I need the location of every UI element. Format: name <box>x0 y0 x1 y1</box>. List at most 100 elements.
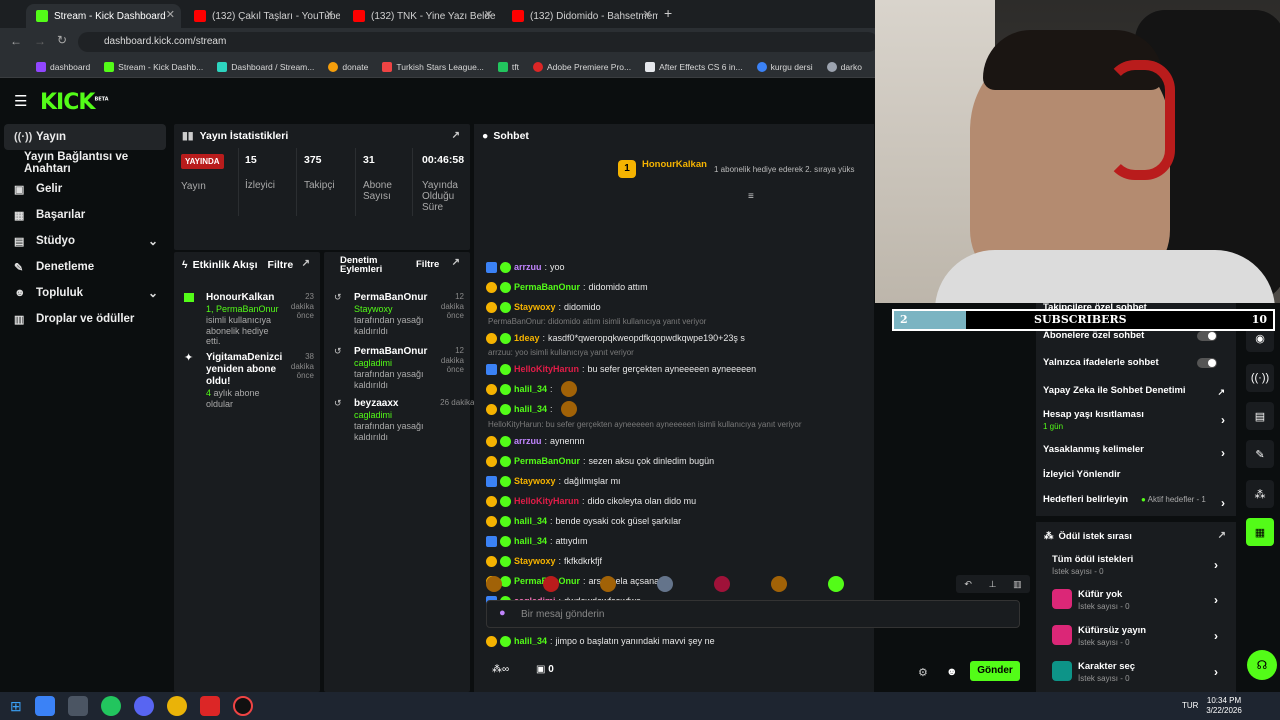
tab-youtube-2[interactable]: (132) TNK - Yine Yazı Belde ✕ <box>343 4 499 28</box>
close-icon[interactable]: ✕ <box>166 8 175 21</box>
support-icon[interactable]: ☊ <box>1247 650 1277 680</box>
chrome-icon[interactable] <box>166 696 187 716</box>
chat-message[interactable]: HelloKityHarun: dido cikoleyta olan dido … <box>486 492 696 510</box>
bookmark-item[interactable]: After Effects CS 6 in... <box>645 61 743 72</box>
close-icon[interactable]: ✕ <box>484 8 493 21</box>
clock[interactable]: 10:34 PM 3/22/2026 <box>1206 696 1242 716</box>
chat-username[interactable]: arrzuu <box>514 262 542 272</box>
new-tab-button[interactable]: + <box>664 5 672 21</box>
bookmark-item[interactable]: donate <box>328 61 368 72</box>
chat-message[interactable]: 1deay: kasdf0*qweropqkweopdfkqopwdkqwpe19… <box>486 329 745 347</box>
chat-username[interactable]: PermaBanOnur <box>514 456 580 466</box>
toggle-switch[interactable] <box>1197 358 1217 368</box>
sidebar-item-denetleme[interactable]: ✎ Denetleme <box>0 254 170 280</box>
reload-icon[interactable]: ↻ <box>57 33 67 47</box>
chat-username[interactable]: Staywoxy <box>514 556 556 566</box>
setting-account-age[interactable]: Hesap yaşı kısıtlaması 1 gün › <box>1043 409 1229 431</box>
chat-message[interactable]: halil_34: jimpo o başlatın yanındaki mavv… <box>486 632 715 650</box>
chat-message[interactable]: PermaBanOnur: sezen aksu çok dinledim bug… <box>486 452 714 470</box>
chat-username[interactable]: HelloKityHarun <box>514 364 579 374</box>
pinned-user[interactable]: HonourKalkan <box>642 159 707 170</box>
app-icon[interactable] <box>232 696 253 716</box>
popout-icon[interactable]: ↗ <box>1218 530 1226 541</box>
emote-icon[interactable] <box>828 576 844 592</box>
chat-username[interactable]: halil_34 <box>514 404 547 414</box>
filter-button[interactable]: Filtre <box>268 259 294 271</box>
chat-input[interactable]: ● Bir mesaj gönderin <box>486 600 1020 628</box>
chat-message[interactable]: PermaBanOnur: didomido attım <box>486 278 648 296</box>
chat-message[interactable]: Staywoxy: fkfkdkrkfjf <box>486 552 602 570</box>
chat-username[interactable]: halil_34 <box>514 636 547 646</box>
emote-icon[interactable] <box>543 576 559 592</box>
emote-icon[interactable] <box>486 576 502 592</box>
setting-goals[interactable]: Hedefleri belirleyin ● Aktif hedefler - 1… <box>1043 494 1229 510</box>
bookmark-item[interactable]: tft <box>497 61 519 72</box>
settings-icon[interactable]: ⚙ <box>918 666 928 679</box>
chat-username[interactable]: halil_34 <box>514 536 547 546</box>
reward-all-requests[interactable]: Tüm ödül istekleri İstek sayısı - 0 › <box>1052 554 1222 576</box>
popout-icon[interactable]: ↗ <box>452 130 460 141</box>
chat-message[interactable]: Staywoxy: dağılmışlar mı <box>486 472 621 490</box>
tab-youtube-1[interactable]: (132) Çakıl Taşları - YouTube ✕ <box>184 4 340 28</box>
archive-icon[interactable]: ▤ <box>1246 402 1274 430</box>
setting-subscribers-only[interactable]: Abonelere özel sohbet <box>1043 330 1229 341</box>
sidebar-item-topluluk[interactable]: ☻ Topluluk ⌄ <box>0 280 170 306</box>
close-icon[interactable]: ✕ <box>643 8 652 21</box>
bookmark-item[interactable]: Stream - Kick Dashb... <box>104 61 203 72</box>
emote-icon[interactable] <box>657 576 673 592</box>
chat-message[interactable]: halil_34: <box>486 380 577 398</box>
chat-username[interactable]: halil_34 <box>514 384 547 394</box>
mic-icon[interactable]: ● <box>499 607 506 619</box>
popout-icon[interactable]: ↗ <box>302 258 310 269</box>
setting-banned-words[interactable]: Yasaklanmış kelimeler › <box>1043 444 1229 460</box>
emote-icon[interactable] <box>714 576 730 592</box>
popout-icon[interactable]: ↗ <box>452 258 460 268</box>
bookmark-item[interactable]: Turkish Stars League... <box>382 61 484 72</box>
menu-icon[interactable]: ☰ <box>14 92 27 110</box>
emote-icon[interactable] <box>771 576 787 592</box>
chat-username[interactable]: halil_34 <box>514 516 547 526</box>
app-icon[interactable] <box>67 696 88 716</box>
app-icon[interactable] <box>34 696 55 716</box>
chat-message[interactable]: arrzuu: aynennn <box>486 432 585 450</box>
filter-button[interactable]: Filtre <box>416 260 439 270</box>
bookmark-item[interactable]: kurgu dersi <box>756 61 813 72</box>
discord-icon[interactable] <box>133 696 154 716</box>
toggle-switch[interactable] <box>1197 331 1217 341</box>
wrench-icon[interactable]: ✎ <box>1246 440 1274 468</box>
sidebar-item-droplar[interactable]: ▥ Droplar ve ödüller <box>0 306 170 332</box>
kick-logo[interactable]: KICKBETA <box>40 90 109 115</box>
reward-kufursuz-yayin[interactable]: Küfürsüz yayın İstek sayısı - 0 › <box>1052 625 1222 647</box>
chat-message[interactable]: halil_34: bende oysaki cok güsel şarkılar <box>486 512 681 530</box>
chat-message[interactable]: arrzuu: yoo <box>486 258 565 276</box>
emote-picker-icon[interactable]: ☻ <box>946 666 958 678</box>
spotify-icon[interactable] <box>100 696 121 716</box>
chat-username[interactable]: 1deay <box>514 333 540 343</box>
send-button[interactable]: Gönder <box>970 661 1020 681</box>
sort-icon[interactable]: ≡ <box>748 191 754 202</box>
close-icon[interactable]: ✕ <box>325 8 334 21</box>
clapper-icon[interactable]: ▦ <box>1246 518 1274 546</box>
bookmark-item[interactable]: Adobe Premiere Pro... <box>533 61 631 72</box>
chat-username[interactable]: Staywoxy <box>514 476 556 486</box>
delete-icon[interactable]: ▥ <box>1013 579 1022 590</box>
reward-kufur-yok[interactable]: Küfür yok İstek sayısı - 0 › <box>1052 589 1222 611</box>
forward-icon[interactable]: → <box>34 34 46 48</box>
setting-emote-only[interactable]: Yalnızca ifadelerle sohbet <box>1043 357 1229 368</box>
chat-username[interactable]: arrzuu <box>514 436 542 446</box>
chat-username[interactable]: HelloKityHarun <box>514 496 579 506</box>
pin-icon[interactable]: ⊥ <box>989 579 997 590</box>
bookmark-item[interactable]: dashboard <box>36 61 90 72</box>
broadcast-icon[interactable]: ((·)) <box>1246 364 1274 392</box>
windows-start-icon[interactable]: ⊞ <box>10 698 22 715</box>
chat-username[interactable]: Staywoxy <box>514 302 556 312</box>
chat-username[interactable]: PermaBanOnur <box>514 282 580 292</box>
share-icon[interactable]: ⁂ <box>1246 480 1274 508</box>
bookmark-item[interactable]: Dashboard / Stream... <box>217 61 314 72</box>
setting-raid[interactable]: İzleyici Yönlendir <box>1043 469 1229 480</box>
chat-message[interactable]: HelloKityHarun: bu sefer gerçekten ayneee… <box>486 360 756 378</box>
chat-message[interactable]: halil_34: attıydım <box>486 532 588 550</box>
chat-message[interactable]: halil_34: <box>486 400 577 418</box>
sidebar-item-yayin[interactable]: ((·)) Yayın <box>4 124 166 150</box>
sidebar-item-basarilar[interactable]: ▦ Başarılar <box>0 202 170 228</box>
